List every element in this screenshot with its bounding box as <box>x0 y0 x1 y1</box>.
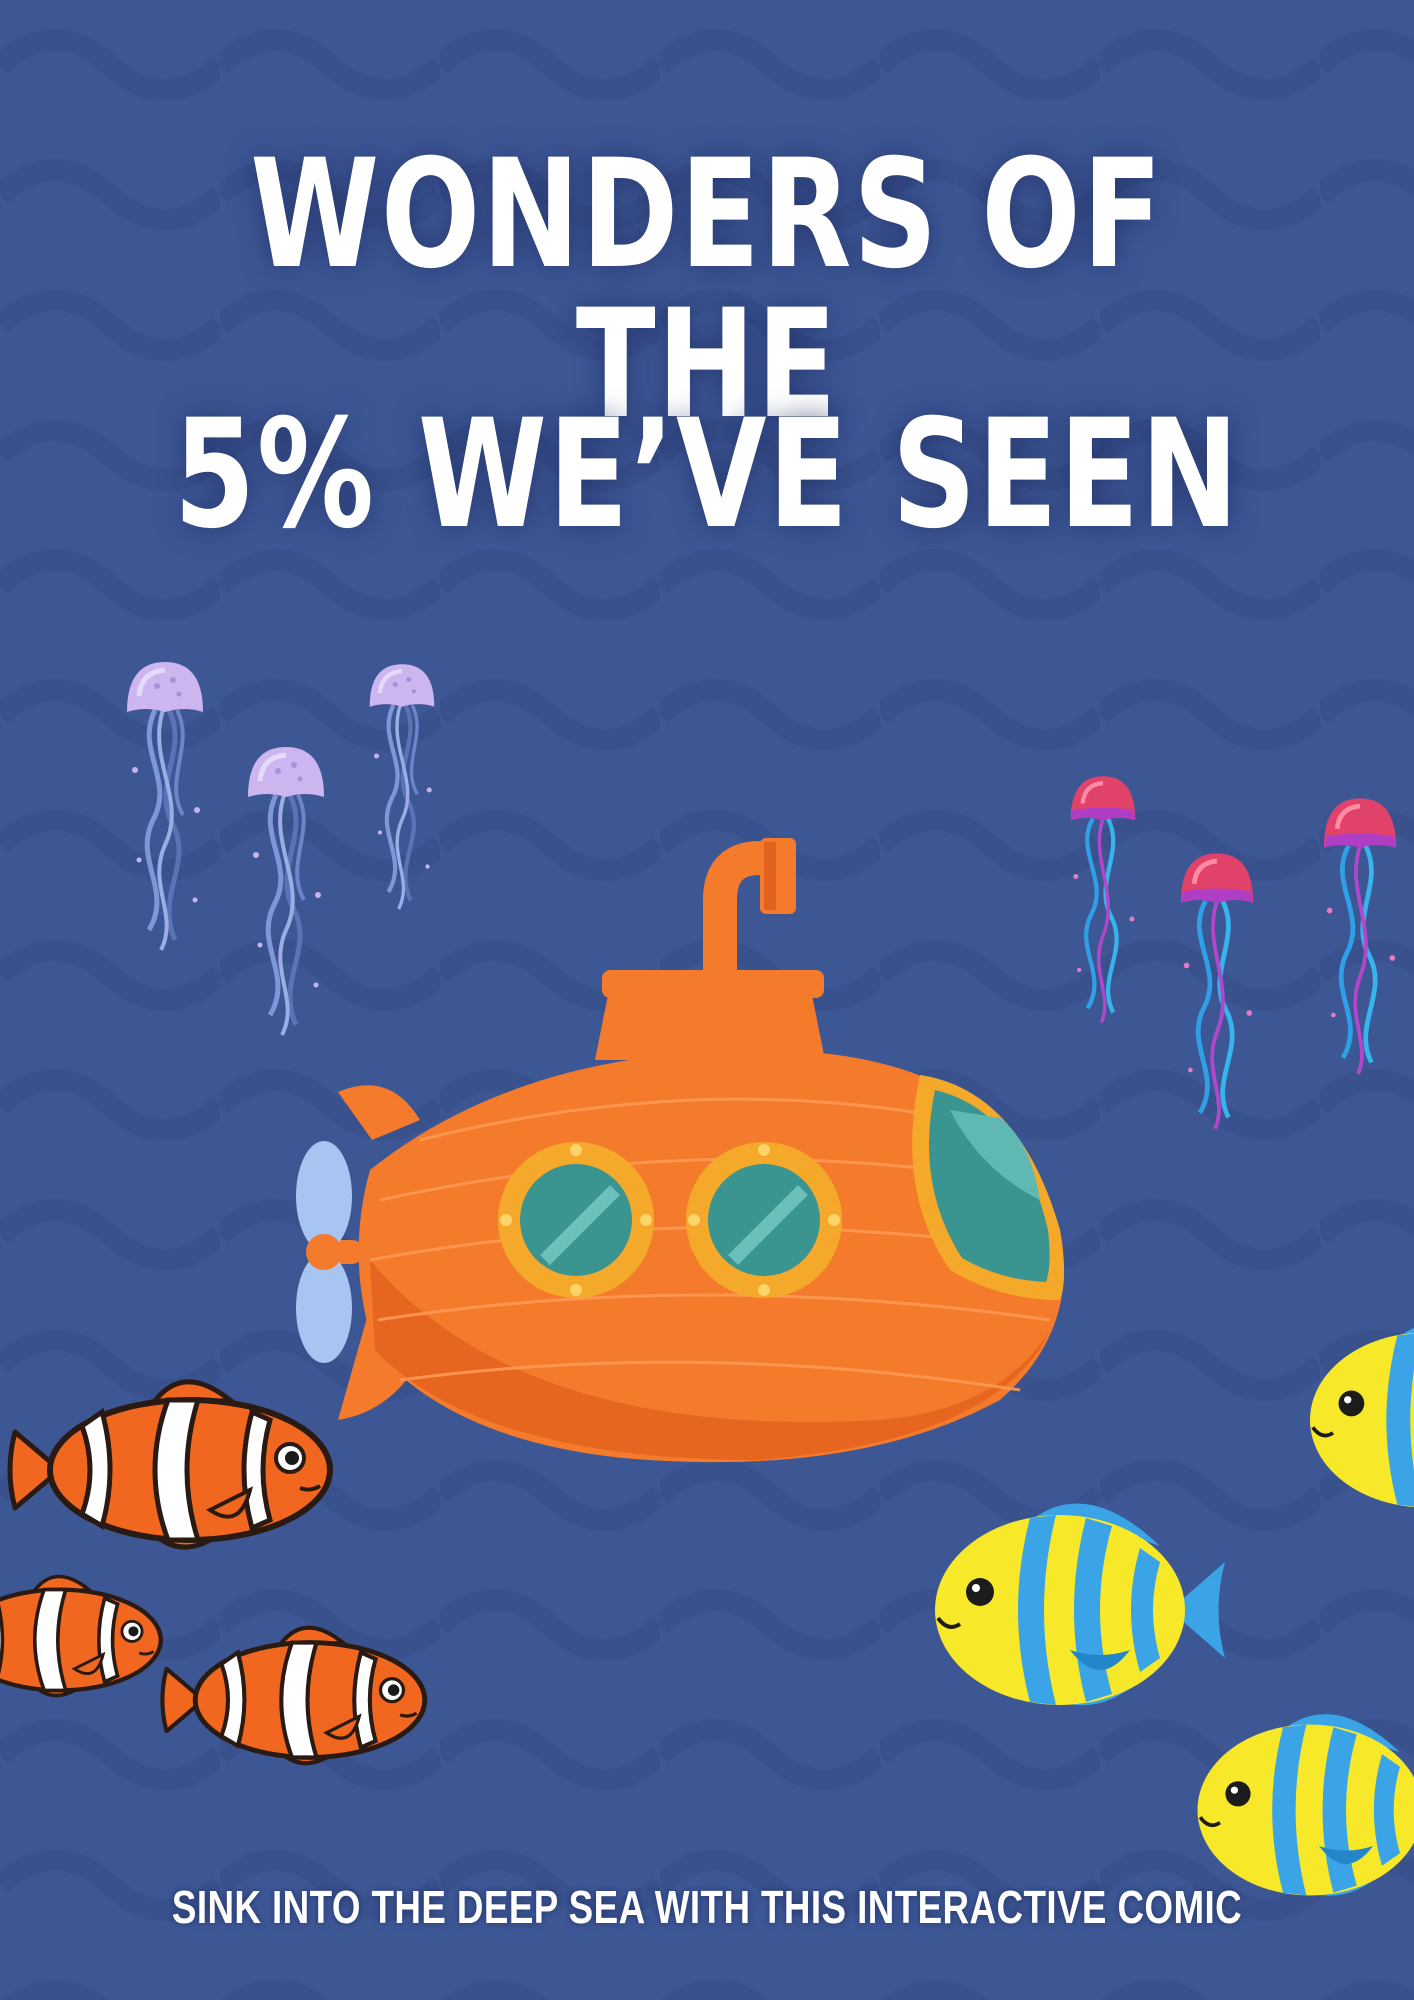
poster-tagline: SINK INTO THE DEEP SEA WITH THIS INTERAC… <box>171 1881 1243 1933</box>
poster-title-line-2: 5% WE’VE SEEN <box>173 388 1241 562</box>
poster: WONDERS OF THE 5% WE’VE SEEN SINK INTO T… <box>0 0 1414 2000</box>
